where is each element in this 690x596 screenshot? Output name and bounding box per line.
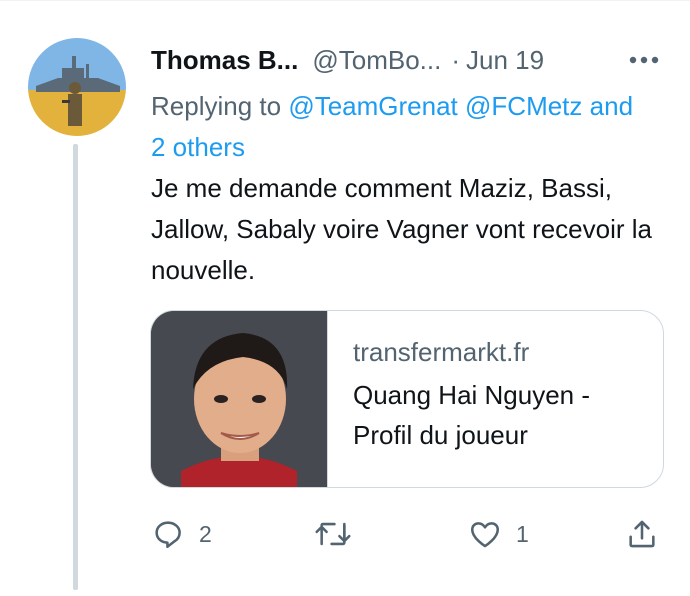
like-icon: [470, 522, 500, 548]
player-photo: [151, 311, 327, 487]
link-card-title: Quang Hai Nguyen - Profil du joueur: [353, 380, 591, 450]
avatar-image: [28, 38, 126, 136]
tweet-timestamp[interactable]: Jun 19: [466, 45, 544, 76]
replying-to: Replying to @TeamGrenat @FCMetz and 2 ot…: [151, 86, 651, 168]
reply-button[interactable]: 2: [151, 510, 212, 558]
share-button[interactable]: [625, 510, 659, 558]
like-button[interactable]: 1: [468, 510, 529, 558]
reply-count: 2: [199, 520, 212, 547]
top-divider: [0, 0, 690, 1]
mention-fcmetz[interactable]: @FCMetz: [465, 91, 582, 121]
link-card-domain: transfermarkt.fr: [353, 337, 530, 367]
mention-teamgrenat[interactable]: @TeamGrenat: [288, 91, 457, 121]
link-card-body: transfermarkt.fr Quang Hai Nguyen - Prof…: [328, 311, 663, 487]
tweet-header: Thomas B... @TomBo... · Jun 19: [151, 38, 671, 82]
separator-dot: ·: [451, 44, 461, 75]
tweet-text: Je me demande comment Maziz, Bassi, Jall…: [151, 173, 652, 285]
reply-icon: [155, 521, 181, 549]
display-name[interactable]: Thomas B...: [151, 45, 298, 76]
link-card-thumbnail: [151, 311, 328, 487]
retweet-icon: [315, 522, 351, 546]
thread-line: [73, 144, 78, 590]
tweet-actions: 2 1: [151, 510, 671, 558]
link-card[interactable]: transfermarkt.fr Quang Hai Nguyen - Prof…: [150, 310, 664, 488]
like-count: 1: [516, 520, 529, 547]
user-handle[interactable]: @TomBo...: [312, 45, 441, 76]
retweet-button[interactable]: [313, 510, 353, 558]
more-icon: [629, 56, 659, 64]
avatar[interactable]: [28, 38, 126, 136]
replying-to-label: Replying to: [151, 91, 282, 121]
share-icon: [629, 520, 655, 548]
more-button[interactable]: [627, 40, 661, 80]
